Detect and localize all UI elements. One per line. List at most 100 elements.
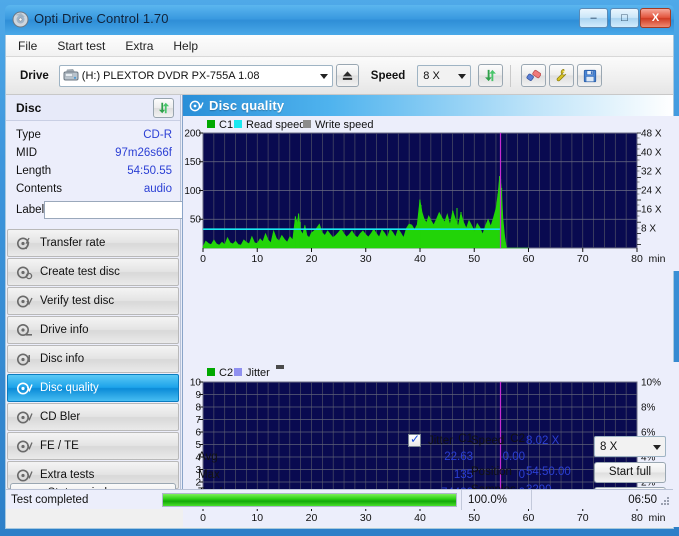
page-title: Disc quality — [209, 98, 285, 113]
jitter-checkbox-group[interactable]: Jitter — [408, 432, 453, 447]
disc-info-row-length: Length 54:50.55 — [16, 162, 172, 180]
sidebar-item-label: Create test disc — [40, 266, 120, 278]
c1-y2tick-32: 32 X — [641, 167, 662, 178]
drive-select-value: (H:) PLEXTOR DVDR PX-755A 1.08 — [81, 69, 260, 82]
c2-xtick-60: 60 — [523, 512, 535, 524]
disc-panel-title: Disc — [16, 100, 42, 115]
menu-help[interactable]: Help — [171, 37, 200, 55]
disc-info-key: Length — [16, 165, 52, 177]
speed-readout-label: Speed — [471, 435, 505, 447]
resize-grip-icon[interactable] — [659, 495, 671, 507]
sidebar-item-label: Verify test disc — [40, 295, 115, 307]
menu-extra[interactable]: Extra — [123, 37, 155, 55]
c2-xtick-80: 80 — [631, 512, 643, 524]
stats-row-max-label: Max — [198, 469, 220, 481]
c2-y2tick-8: 8% — [641, 403, 656, 414]
c2-ytick-10: 10 — [190, 378, 202, 389]
c2-xtick-0: 0 — [200, 512, 206, 524]
c1-y2tick-48: 48 X — [641, 129, 662, 140]
elapsed-time: 06:50 — [531, 489, 673, 510]
position-readout-label: Position — [471, 466, 512, 478]
main-panel: Disc quality C1 Read speed Write speed 2… — [182, 95, 679, 527]
c1-xtick-80: 80 — [631, 253, 643, 265]
c2-ytick-9: 9 — [195, 390, 201, 401]
settings-button[interactable] — [549, 64, 575, 87]
jitter-label: Jitter — [428, 434, 453, 447]
disc-icon — [12, 11, 29, 28]
start-full-button[interactable]: Start full — [594, 462, 666, 483]
c1-chart[interactable]: C1 Read speed Write speed 200 150 100 50… — [183, 116, 679, 271]
disc-label-input[interactable] — [44, 201, 195, 219]
disc-label-key: Label — [16, 204, 45, 216]
sidebar-item-disc-quality[interactable]: Disc quality — [7, 374, 179, 402]
eject-icon — [342, 71, 352, 80]
sidebar-item-fe-te[interactable]: FE / TE — [7, 432, 179, 460]
disc-info-key: Contents — [16, 183, 63, 195]
window-title: Opti Drive Control 1.70 — [34, 11, 169, 26]
create-test-disc-icon — [17, 266, 33, 279]
sidebar-item-transfer-rate[interactable]: Transfer rate — [7, 229, 179, 257]
save-icon — [583, 69, 596, 82]
test-speed-select-value: 8 X — [600, 440, 618, 453]
progress-percent: 100.0% — [461, 489, 531, 510]
sidebar-item-drive-info[interactable]: Drive info — [7, 316, 179, 344]
sidebar-item-disc-info[interactable]: Disc info — [7, 345, 179, 373]
main-panel-header: Disc quality — [183, 95, 673, 116]
svg-text:Write speed: Write speed — [315, 119, 374, 131]
maximize-button[interactable]: □ — [610, 8, 639, 28]
c1-ytick-50: 50 — [190, 215, 202, 226]
sidebar-item-label: Disc quality — [40, 382, 99, 394]
progress-bar-fill — [163, 493, 456, 506]
disc-info-key: Type — [16, 129, 41, 141]
progress-bar — [162, 492, 457, 507]
tools-icon — [556, 69, 567, 82]
eject-button[interactable] — [335, 64, 359, 87]
scroll-marker-icon — [276, 365, 284, 369]
sidebar-item-label: Disc info — [40, 353, 85, 365]
drive-select[interactable]: (H:) PLEXTOR DVDR PX-755A 1.08 — [58, 64, 333, 87]
c2-xtick-40: 40 — [414, 512, 426, 524]
menu-start-test[interactable]: Start test — [55, 37, 107, 55]
c1-xaxis-unit: min — [649, 253, 666, 265]
disc-info-value: CD-R — [143, 129, 172, 141]
speed-select-value: 8 X — [423, 69, 440, 82]
c1-ytick-150: 150 — [184, 157, 201, 168]
svg-text:Jitter: Jitter — [246, 367, 270, 379]
sidebar-item-label: FE / TE — [40, 440, 79, 452]
title-bar: Opti Drive Control 1.70 – □ X — [5, 5, 674, 35]
c1-xtick-0: 0 — [200, 253, 206, 265]
drive-label: Drive — [20, 69, 49, 82]
erase-button[interactable] — [521, 64, 547, 87]
save-button[interactable] — [577, 64, 603, 87]
sidebar-item-verify-test-disc[interactable]: Verify test disc — [7, 287, 179, 315]
c1-xtick-50: 50 — [468, 253, 480, 265]
eraser-icon — [526, 69, 542, 81]
disc-quality-icon — [17, 382, 33, 394]
jitter-checkbox[interactable] — [408, 432, 421, 447]
speed-select[interactable]: 8 X — [417, 64, 472, 87]
sidebar: Disc Type CD-R MID 97m26s66f Length 54:5… — [6, 95, 215, 509]
sidebar-item-create-test-disc[interactable]: Create test disc — [7, 258, 179, 286]
c2-xtick-10: 10 — [251, 512, 263, 524]
close-button[interactable]: X — [640, 8, 671, 28]
refresh-button[interactable] — [478, 64, 504, 87]
refresh-icon — [158, 102, 169, 114]
speed-label: Speed — [370, 69, 406, 82]
verify-test-disc-icon — [17, 295, 33, 307]
cd-bler-icon — [17, 411, 33, 423]
c2-y2tick-10: 10% — [641, 378, 661, 389]
disc-info-value: audio — [143, 183, 172, 195]
disc-info-row-type: Type CD-R — [16, 126, 172, 144]
sidebar-item-cd-bler[interactable]: CD Bler — [7, 403, 179, 431]
c2-xtick-70: 70 — [577, 512, 589, 524]
c1-xtick-60: 60 — [523, 253, 535, 265]
test-speed-select[interactable]: 8 X — [594, 436, 666, 457]
disc-refresh-button[interactable] — [153, 98, 174, 118]
c1-xtick-10: 10 — [251, 253, 263, 265]
svg-text:C1: C1 — [219, 119, 233, 131]
minimize-button[interactable]: – — [579, 8, 608, 28]
c1-ytick-100: 100 — [184, 186, 201, 197]
sidebar-item-label: CD Bler — [40, 411, 81, 423]
menu-file[interactable]: File — [16, 37, 39, 55]
speed-readout-value: 8.02 X — [526, 435, 560, 447]
